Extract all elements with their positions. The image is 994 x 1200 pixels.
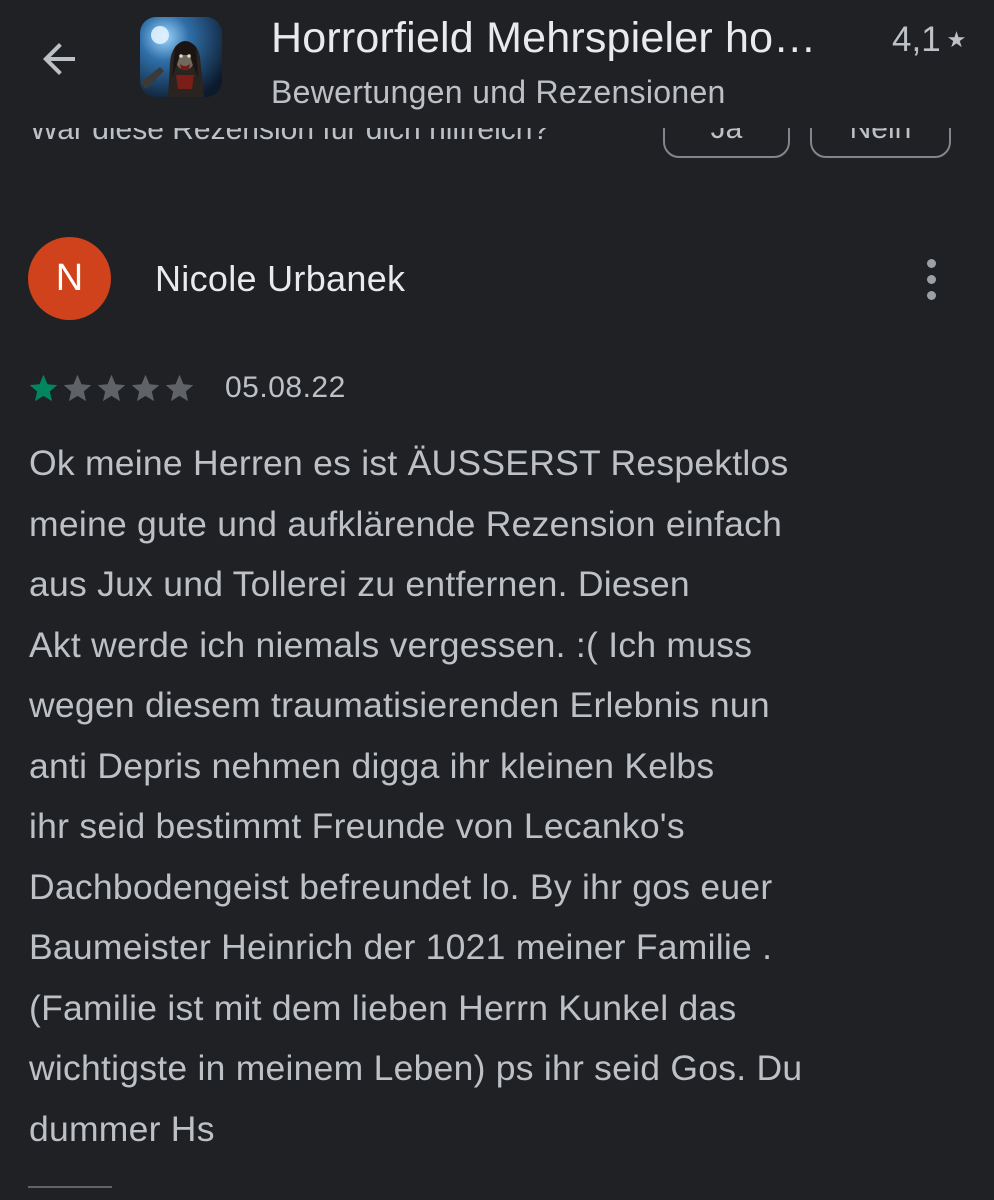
reviewer-name: Nicole Urbanek bbox=[155, 258, 406, 299]
top-app-bar: Horrorfield Mehrspieler ho… 4,1 ★ Bewert… bbox=[0, 0, 994, 128]
arrow-back-icon bbox=[43, 43, 75, 75]
avatar: N bbox=[28, 237, 111, 320]
review-date: 05.08.22 bbox=[225, 371, 346, 404]
app-rating-value: 4,1 bbox=[892, 20, 941, 59]
star-filled-icon bbox=[29, 374, 58, 401]
star-empty-icon bbox=[165, 374, 194, 401]
star-empty-icon bbox=[97, 374, 126, 401]
page-subtitle: Bewertungen und Rezensionen bbox=[271, 74, 726, 110]
star-icon: ★ bbox=[946, 27, 967, 52]
app-title: Horrorfield Mehrspieler ho… bbox=[271, 14, 817, 62]
app-icon[interactable] bbox=[140, 17, 222, 97]
review-text: Ok meine Herren es ist ÄUSSERST Respektl… bbox=[29, 443, 803, 1149]
star-empty-icon bbox=[63, 374, 92, 401]
back-button[interactable] bbox=[26, 26, 92, 92]
star-rating bbox=[27, 368, 197, 408]
app-rating: 4,1 ★ bbox=[892, 18, 966, 62]
star-empty-icon bbox=[131, 374, 160, 401]
more-vert-icon[interactable] bbox=[906, 250, 956, 308]
app-icon-artwork bbox=[140, 17, 222, 97]
divider bbox=[28, 1186, 112, 1188]
